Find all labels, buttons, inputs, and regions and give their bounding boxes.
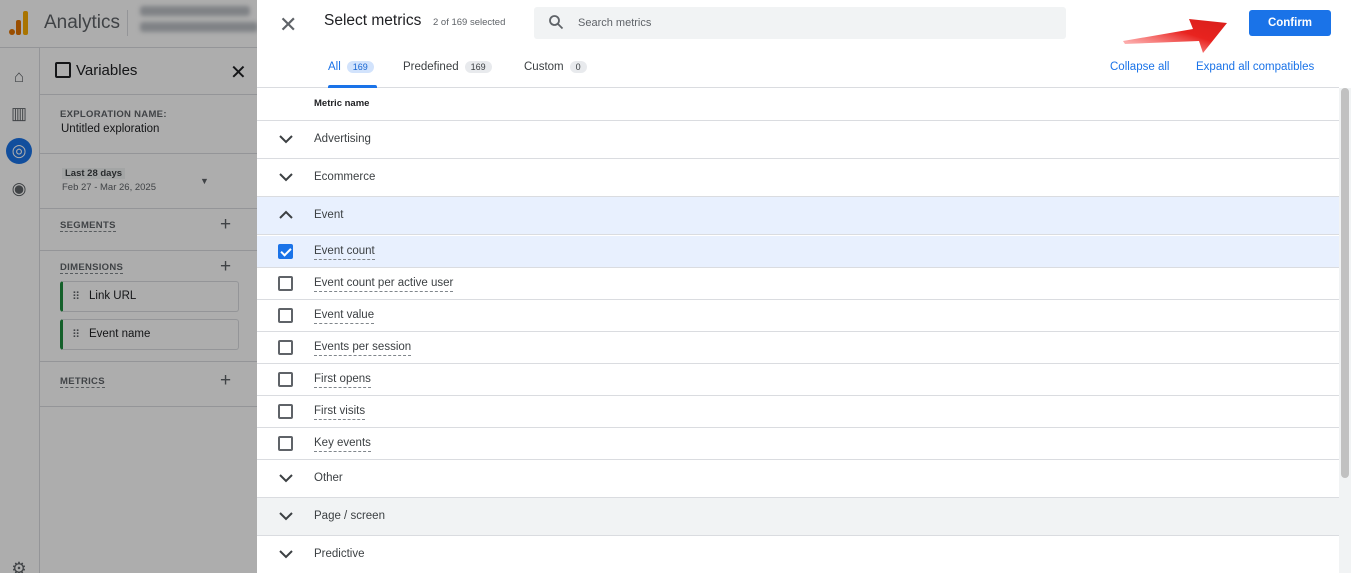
metric-label: Event count per active user — [314, 276, 454, 292]
metric-checkbox[interactable] — [278, 276, 293, 291]
metric-row[interactable]: First opens — [257, 364, 1339, 396]
group-row-other[interactable]: Other — [257, 460, 1339, 498]
metric-checkbox[interactable] — [278, 372, 293, 387]
metric-checkbox[interactable] — [278, 404, 293, 419]
metric-row[interactable]: Event value — [257, 300, 1339, 332]
metric-checkbox[interactable] — [278, 340, 293, 355]
tab-count-badge: 169 — [346, 61, 374, 73]
chevron-down-icon[interactable] — [278, 472, 294, 484]
metric-checkbox[interactable] — [278, 436, 293, 451]
tab-predefined[interactable]: Predefined 169 — [403, 61, 492, 73]
search-input[interactable] — [578, 14, 1038, 32]
tab-label: All — [328, 61, 341, 73]
group-label: Predictive — [314, 548, 365, 560]
metric-checkbox[interactable] — [278, 244, 293, 259]
tab-label: Custom — [524, 61, 564, 73]
metric-row[interactable]: Events per session — [257, 332, 1339, 364]
chevron-up-icon[interactable] — [278, 209, 294, 221]
metric-label: Event value — [314, 308, 375, 324]
chevron-down-icon[interactable] — [278, 510, 294, 522]
column-header-metric-name: Metric name — [314, 98, 370, 109]
select-metrics-dialog: ✕ Select metrics 2 of 169 selected Confi… — [257, 0, 1351, 573]
chevron-down-icon[interactable] — [278, 133, 294, 145]
metric-label: First opens — [314, 372, 371, 388]
metric-label: First visits — [314, 404, 366, 420]
tab-count-badge: 0 — [569, 61, 587, 73]
group-row-ecommerce[interactable]: Ecommerce — [257, 159, 1339, 197]
search-box[interactable] — [534, 7, 1066, 39]
group-label: Ecommerce — [314, 171, 376, 183]
metric-row[interactable]: Event count per active user — [257, 268, 1339, 300]
group-row-advertising[interactable]: Advertising — [257, 121, 1339, 159]
group-label: Other — [314, 472, 343, 484]
metric-checkbox[interactable] — [278, 308, 293, 323]
tab-label: Predefined — [403, 61, 459, 73]
collapse-all-link[interactable]: Collapse all — [1110, 61, 1169, 73]
group-label: Event — [314, 209, 344, 221]
tab-bar: All 169 Predefined 169 Custom 0 Collapse… — [257, 51, 1339, 88]
group-row-page-screen[interactable]: Page / screen — [257, 498, 1339, 536]
selected-count: 2 of 169 selected — [433, 17, 506, 28]
metric-row[interactable]: First visits — [257, 396, 1339, 428]
group-row-event[interactable]: Event — [257, 197, 1339, 235]
metric-label: Event count — [314, 244, 375, 260]
search-icon — [549, 15, 564, 30]
scrollbar[interactable] — [1339, 88, 1351, 573]
metric-row[interactable]: Key events — [257, 428, 1339, 460]
tab-custom[interactable]: Custom 0 — [524, 61, 587, 73]
metric-row[interactable]: Event count — [257, 236, 1339, 268]
chevron-down-icon[interactable] — [278, 171, 294, 183]
close-icon[interactable]: ✕ — [279, 12, 297, 38]
metric-label: Key events — [314, 436, 371, 452]
tab-count-badge: 169 — [464, 61, 492, 73]
dialog-title: Select metrics — [324, 12, 422, 29]
group-label: Page / screen — [314, 510, 385, 522]
scrollbar-thumb[interactable] — [1341, 88, 1349, 478]
expand-all-compatibles-link[interactable]: Expand all compatibles — [1196, 61, 1314, 73]
group-label: Advertising — [314, 133, 371, 145]
chevron-down-icon[interactable] — [278, 548, 294, 560]
metric-label: Events per session — [314, 340, 412, 356]
confirm-button[interactable]: Confirm — [1249, 10, 1331, 36]
tab-all[interactable]: All 169 — [328, 61, 374, 73]
red-arrow-annotation — [1123, 19, 1227, 53]
active-tab-indicator — [328, 85, 377, 88]
group-row-predictive[interactable]: Predictive — [257, 536, 1339, 573]
